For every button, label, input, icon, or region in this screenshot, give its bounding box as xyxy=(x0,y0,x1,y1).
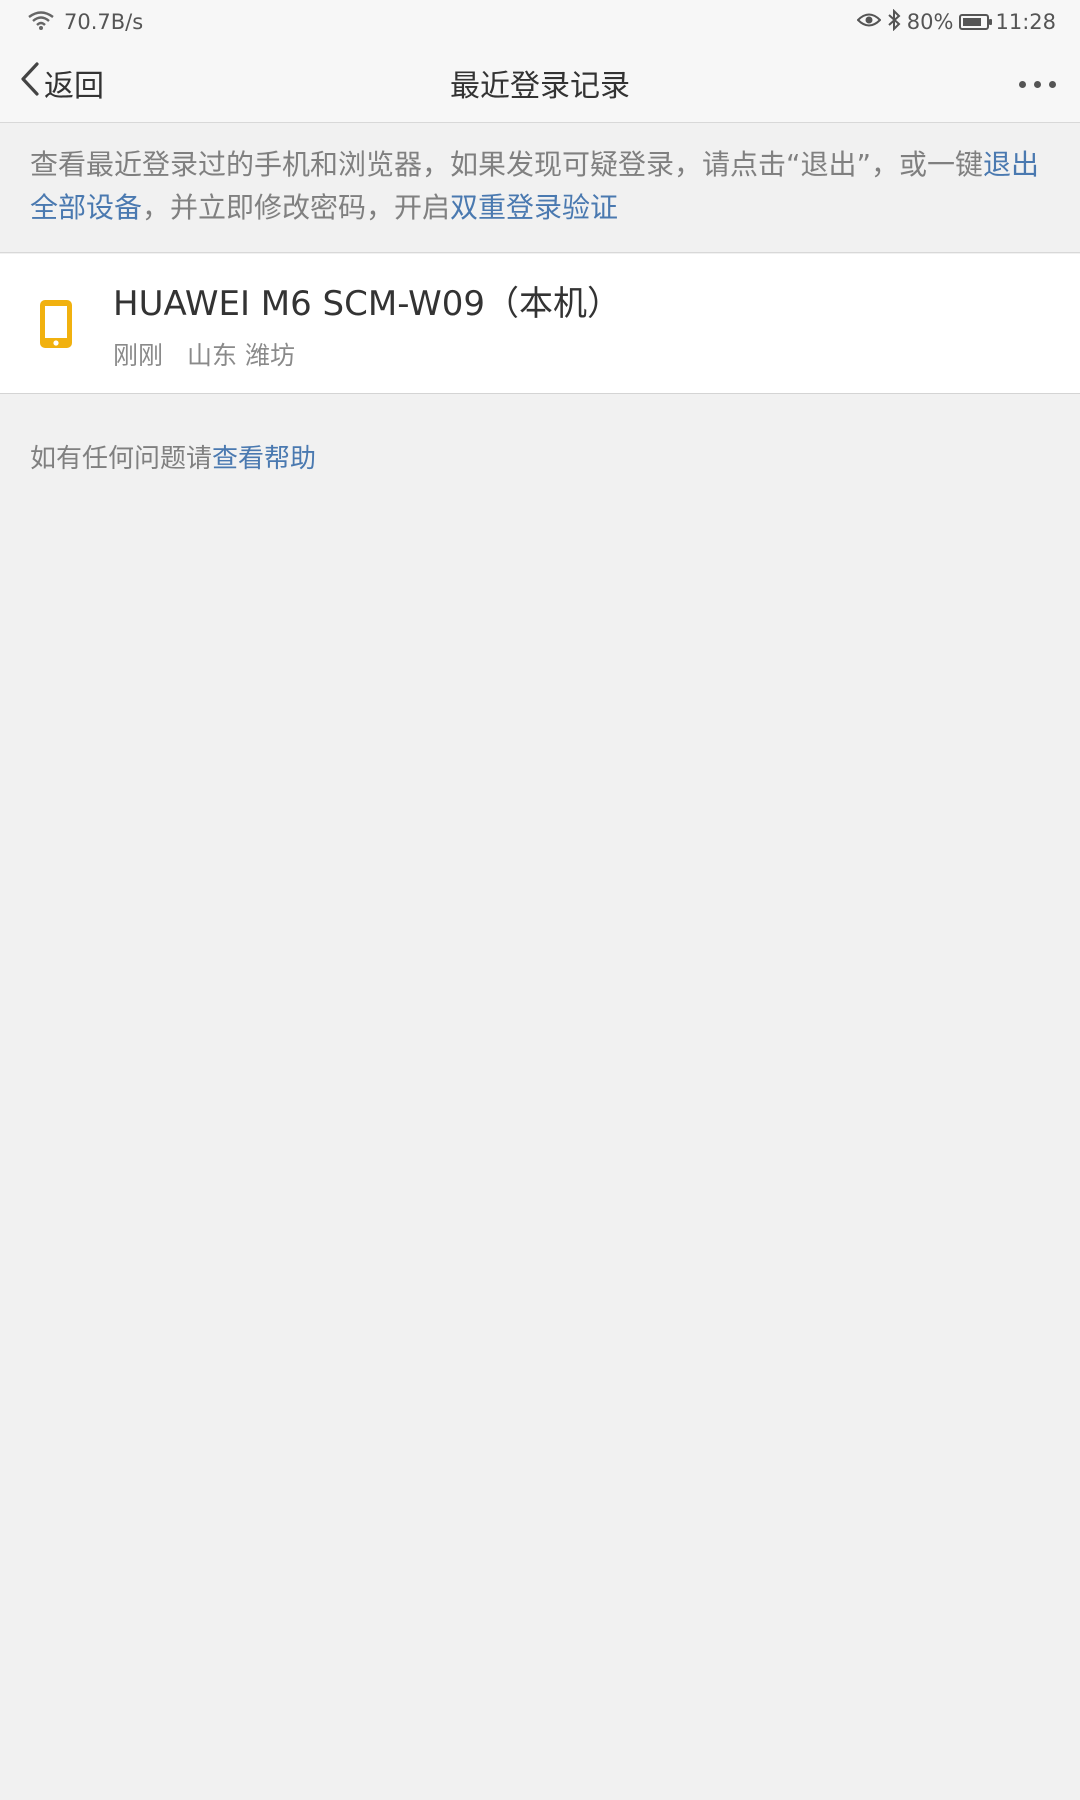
back-label: 返回 xyxy=(44,69,104,104)
notice-text-1: 查看最近登录过的手机和浏览器，如果发现可疑登录，请点击“退出”，或一键 xyxy=(30,148,984,181)
wifi-icon xyxy=(28,10,54,35)
security-notice: 查看最近登录过的手机和浏览器，如果发现可疑登录，请点击“退出”，或一键退出全部设… xyxy=(0,123,1080,253)
two-step-verification-link[interactable]: 双重登录验证 xyxy=(450,191,618,224)
status-bar: 70.7B/s 80% 11:28 xyxy=(0,0,1080,44)
more-dot-icon xyxy=(1033,80,1041,88)
eye-icon xyxy=(856,10,882,34)
device-name: HUAWEI M6 SCM-W09（本机） xyxy=(113,284,621,324)
battery-icon xyxy=(959,14,993,30)
status-left: 70.7B/s xyxy=(28,8,143,36)
help-text: 如有任何问题请 xyxy=(30,444,213,474)
help-line: 如有任何问题请查看帮助 xyxy=(30,438,316,475)
page-title: 最近登录记录 xyxy=(450,69,630,104)
more-dot-icon xyxy=(1018,80,1026,88)
phone-icon xyxy=(38,298,74,350)
view-help-link[interactable]: 查看帮助 xyxy=(212,444,316,474)
more-dot-icon xyxy=(1048,80,1056,88)
battery-fill xyxy=(963,18,982,26)
clock: 11:28 xyxy=(995,10,1056,34)
bluetooth-icon xyxy=(887,8,901,36)
login-time: 刚刚 xyxy=(113,341,164,370)
login-location: 山东 潍坊 xyxy=(187,341,295,370)
notice-text-2: ，并立即修改密码，开启 xyxy=(142,191,451,224)
device-meta: 刚刚 山东 潍坊 xyxy=(113,336,295,372)
nav-bar: 返回 最近登录记录 xyxy=(0,44,1080,123)
network-speed: 70.7B/s xyxy=(64,10,144,34)
battery-percent: 80% xyxy=(906,10,954,34)
status-right: 80% 11:28 xyxy=(856,8,1056,36)
more-options-button[interactable] xyxy=(1012,64,1062,104)
device-list-item[interactable]: HUAWEI M6 SCM-W09（本机） 刚刚 山东 潍坊 xyxy=(0,254,1080,394)
back-button[interactable]: 返回 xyxy=(18,60,104,106)
chevron-left-icon xyxy=(18,61,42,105)
